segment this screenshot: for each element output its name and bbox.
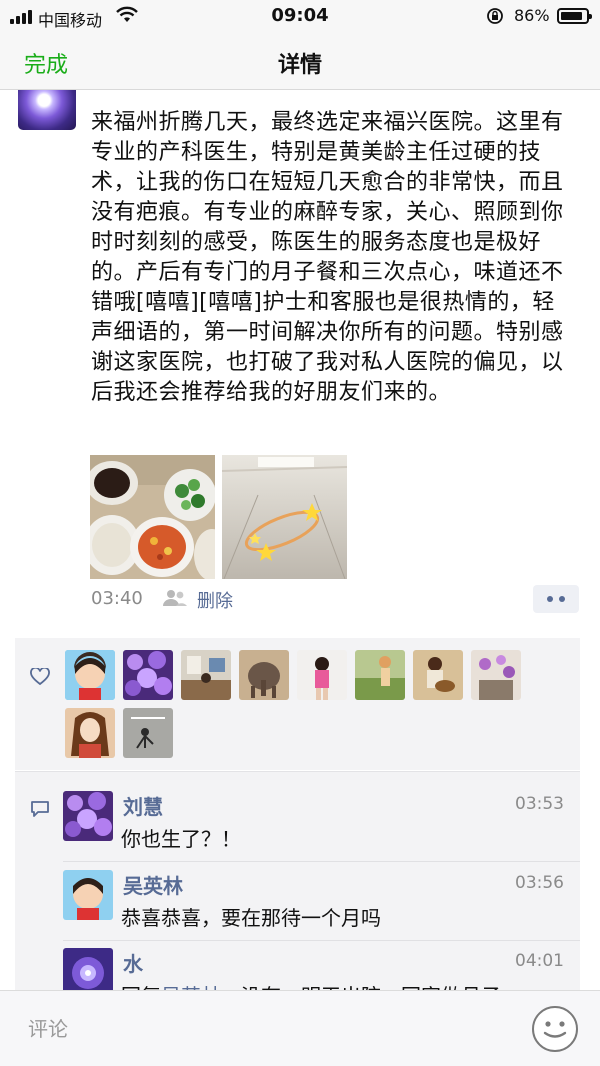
comment-time: 03:56 [515,873,564,893]
delete-link[interactable]: 删除 [197,587,233,613]
comment-author[interactable]: 水 [123,948,143,977]
comment-icon [31,801,49,817]
status-bar: 中国移动 09:04 86% [0,0,600,32]
liker-avatar[interactable] [123,650,173,700]
emoji-button[interactable] [532,1006,578,1052]
comment-divider [63,861,580,862]
battery-percent: 86% [514,6,550,25]
more-actions-button[interactable] [533,585,579,613]
comment-text[interactable]: 你也生了？！ [121,823,241,852]
nav-bar: 完成 详情 [0,32,600,90]
emoji-face-icon [543,1021,567,1038]
post-photo-ceiling-stickers[interactable] [222,455,347,579]
comment-text[interactable]: 恭喜恭喜，要在那待一个月吗 [121,902,381,931]
battery-icon [557,8,592,24]
post-text: 来福州折腾几天，最终选定来福兴医院。这里有专业的产科医生，特别是黄美龄主任过硬的… [91,110,564,405]
liker-avatar[interactable] [123,708,173,758]
comment-input[interactable] [10,999,520,1059]
comment-divider [63,940,580,941]
liker-avatar[interactable] [413,650,463,700]
comment-input-bar [0,990,600,1066]
heart-icon [30,668,50,686]
liker-avatar[interactable] [65,708,115,758]
liker-avatar[interactable] [297,650,347,700]
comment-author[interactable]: 刘慧 [123,791,163,820]
comment-time: 03:53 [515,794,564,814]
comment-time: 04:01 [515,951,564,971]
orientation-lock-icon [487,8,503,24]
friends-visibility-icon [163,590,187,606]
post-time: 03:40 [91,588,143,609]
liker-avatar[interactable] [65,650,115,700]
liker-avatar[interactable] [181,650,231,700]
post-photo-meal[interactable] [90,455,215,579]
liker-avatar[interactable] [239,650,289,700]
comment-author[interactable]: 吴英林 [123,870,183,899]
done-button[interactable]: 完成 [24,47,68,79]
comments-panel: 刘慧 03:53 你也生了？！ 吴英林 03:56 恭喜恭喜，要在那待一个月吗 … [15,771,580,1011]
likes-panel [15,638,580,770]
liker-avatar[interactable] [471,650,521,700]
status-time: 09:04 [271,5,329,26]
commenter-avatar[interactable] [63,791,113,841]
commenter-avatar[interactable] [63,870,113,920]
page-title: 详情 [277,53,322,78]
liker-avatar[interactable] [355,650,405,700]
